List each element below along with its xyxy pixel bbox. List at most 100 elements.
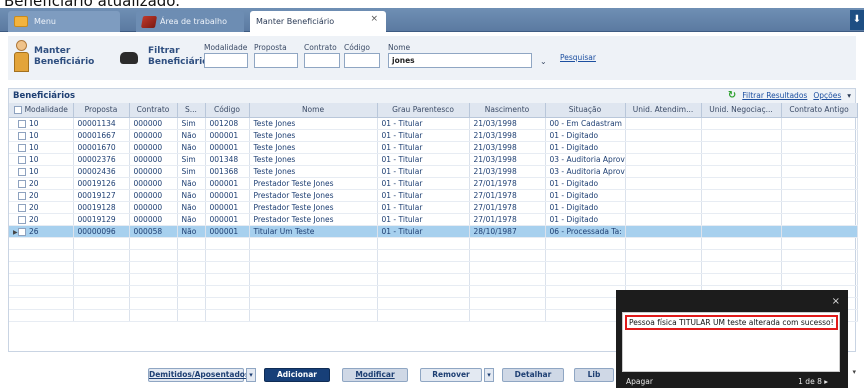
row-checkbox[interactable] (18, 155, 26, 164)
modalidade-input[interactable] (204, 53, 248, 68)
column-header[interactable]: Nome (249, 103, 378, 118)
column-header[interactable]: Proposta (73, 103, 130, 118)
table-cell: 01 - Titular (377, 213, 470, 226)
table-cell (781, 153, 858, 166)
refresh-icon[interactable]: ↻ (728, 90, 736, 101)
table-cell: 000001 (205, 141, 250, 154)
table-row[interactable]: 10 00002436 000000 Sim 001368 Teste Jones 01 -… (9, 165, 858, 178)
row-checkbox[interactable] (18, 227, 26, 236)
binoculars-icon (120, 52, 138, 64)
row-checkbox[interactable] (18, 215, 26, 224)
table-cell (177, 261, 206, 274)
table-cell (545, 261, 626, 274)
modificar-button[interactable]: Modificar (342, 368, 408, 382)
table-cell (9, 273, 74, 286)
table-row[interactable] (9, 261, 858, 274)
table-row[interactable]: 20 00019129 000000 Não 000001 Prestador Teste… (9, 213, 858, 226)
column-header[interactable]: Situação (545, 103, 626, 118)
table-cell: 00019127 (73, 189, 130, 202)
close-tab-icon[interactable]: × (370, 14, 378, 24)
table-cell (625, 153, 702, 166)
row-checkbox[interactable] (18, 143, 26, 152)
column-header[interactable]: Modalidade (9, 103, 74, 118)
codigo-input[interactable] (344, 53, 380, 68)
nome-label: Nome (388, 43, 411, 52)
demitidos-dropdown-icon[interactable]: ▾ (246, 368, 256, 382)
column-header[interactable]: Contrato Antigo (781, 103, 858, 118)
table-cell (205, 237, 250, 250)
table-cell: Não (177, 129, 206, 142)
column-header[interactable]: Unid. Atendim... (625, 103, 702, 118)
table-cell (377, 309, 470, 322)
lib-label: Lib (587, 370, 601, 379)
row-checkbox[interactable] (18, 119, 26, 128)
table-row[interactable] (9, 273, 858, 286)
column-header[interactable]: Código (205, 103, 250, 118)
table-cell (781, 237, 858, 250)
column-header[interactable]: Grau Parentesco (377, 103, 470, 118)
table-cell (377, 273, 470, 286)
table-row[interactable] (9, 249, 858, 262)
table-row[interactable]: 20 00019126 000000 Não 000001 Prestador Teste… (9, 177, 858, 190)
close-icon[interactable]: × (832, 296, 840, 307)
table-cell (205, 273, 250, 286)
table-cell (205, 261, 250, 274)
table-cell: 00002376 (73, 153, 130, 166)
adicionar-button[interactable]: Adicionar (264, 368, 330, 382)
detalhar-button[interactable]: Detalhar (502, 368, 564, 382)
table-cell: Prestador Teste Jones (249, 177, 378, 190)
table-row[interactable]: 10 00001667 000000 Não 000001 Teste Jones 01 -… (9, 129, 858, 142)
cell-value: 10 (29, 130, 39, 140)
column-header[interactable]: S... (177, 103, 206, 118)
table-row[interactable]: 10 00001670 000000 Não 000001 Teste Jones 01 -… (9, 141, 858, 154)
corner-download-icon[interactable]: ⬇ (850, 10, 864, 30)
filtrar-line1: Filtrar (148, 46, 180, 56)
tab-menu[interactable]: Menu (8, 11, 120, 32)
table-cell (781, 201, 858, 214)
more-dropdown-icon[interactable]: ▾ (852, 368, 856, 376)
table-cell: Não (177, 189, 206, 202)
remover-button[interactable]: Remover (420, 368, 482, 382)
tab-area-de-trabalho[interactable]: Área de trabalho (136, 11, 244, 32)
table-row[interactable]: 20 00019128 000000 Não 000001 Prestador Teste… (9, 201, 858, 214)
table-cell: 001348 (205, 153, 250, 166)
proposta-input[interactable] (254, 53, 298, 68)
table-cell: 20 (9, 201, 74, 214)
column-header[interactable]: Contrato (129, 103, 178, 118)
cell-value: 26 (29, 226, 39, 236)
row-checkbox[interactable] (18, 131, 26, 140)
row-checkbox[interactable] (18, 179, 26, 188)
column-header[interactable]: Nascimento (469, 103, 546, 118)
contrato-input[interactable] (304, 53, 340, 68)
row-checkbox[interactable] (18, 167, 26, 176)
select-all-checkbox[interactable] (13, 106, 22, 115)
apagar-button[interactable]: Apagar (626, 377, 653, 386)
tab-manter-beneficiario[interactable]: Manter Beneficiário × (250, 11, 386, 32)
table-row[interactable] (9, 237, 858, 250)
proposta-label: Proposta (254, 43, 287, 52)
remover-dropdown-icon[interactable]: ▾ (484, 368, 494, 382)
chevron-down-icon[interactable]: ⌄ (540, 57, 547, 66)
opcoes-link[interactable]: Opções (813, 91, 841, 100)
filtrar-line2: Beneficiário (148, 57, 209, 67)
table-cell: 01 - Titular (377, 117, 470, 130)
liberar-button[interactable]: Lib (574, 368, 614, 382)
table-row[interactable]: 10 00001134 000000 Sim 001208 Teste Jones 01 -… (9, 117, 858, 130)
table-cell (781, 177, 858, 190)
tab-menu-label: Menu (34, 17, 56, 26)
table-row[interactable]: 20 00019127 000000 Não 000001 Prestador Teste… (9, 189, 858, 202)
demitidos-aposentados-button[interactable]: Demitidos/Aposentados (148, 368, 249, 382)
pesquisar-link[interactable]: Pesquisar (560, 53, 596, 62)
caret-down-icon[interactable]: ▾ (847, 91, 851, 100)
table-row[interactable]: ▶ 26 00000096 000058 Não 000001 Titular Um Tes… (9, 225, 858, 238)
row-checkbox[interactable] (18, 191, 26, 200)
table-row[interactable]: 10 00002376 000000 Sim 001348 Teste Jones 01 -… (9, 153, 858, 166)
filtrar-resultados-link[interactable]: Filtrar Resultados (742, 91, 807, 100)
filtrar-beneficiario-title: Filtrar Beneficiário (148, 46, 208, 68)
grid-table: Modalidade Proposta Contrato S... Código Nome… (9, 103, 858, 322)
nome-input[interactable]: jones (388, 53, 532, 68)
table-cell: Sim (177, 165, 206, 178)
row-checkbox[interactable] (18, 203, 26, 212)
toast-pager[interactable]: 1 de 8 ▸ (798, 377, 828, 386)
column-header[interactable]: Unid. Negociaç... (701, 103, 782, 118)
